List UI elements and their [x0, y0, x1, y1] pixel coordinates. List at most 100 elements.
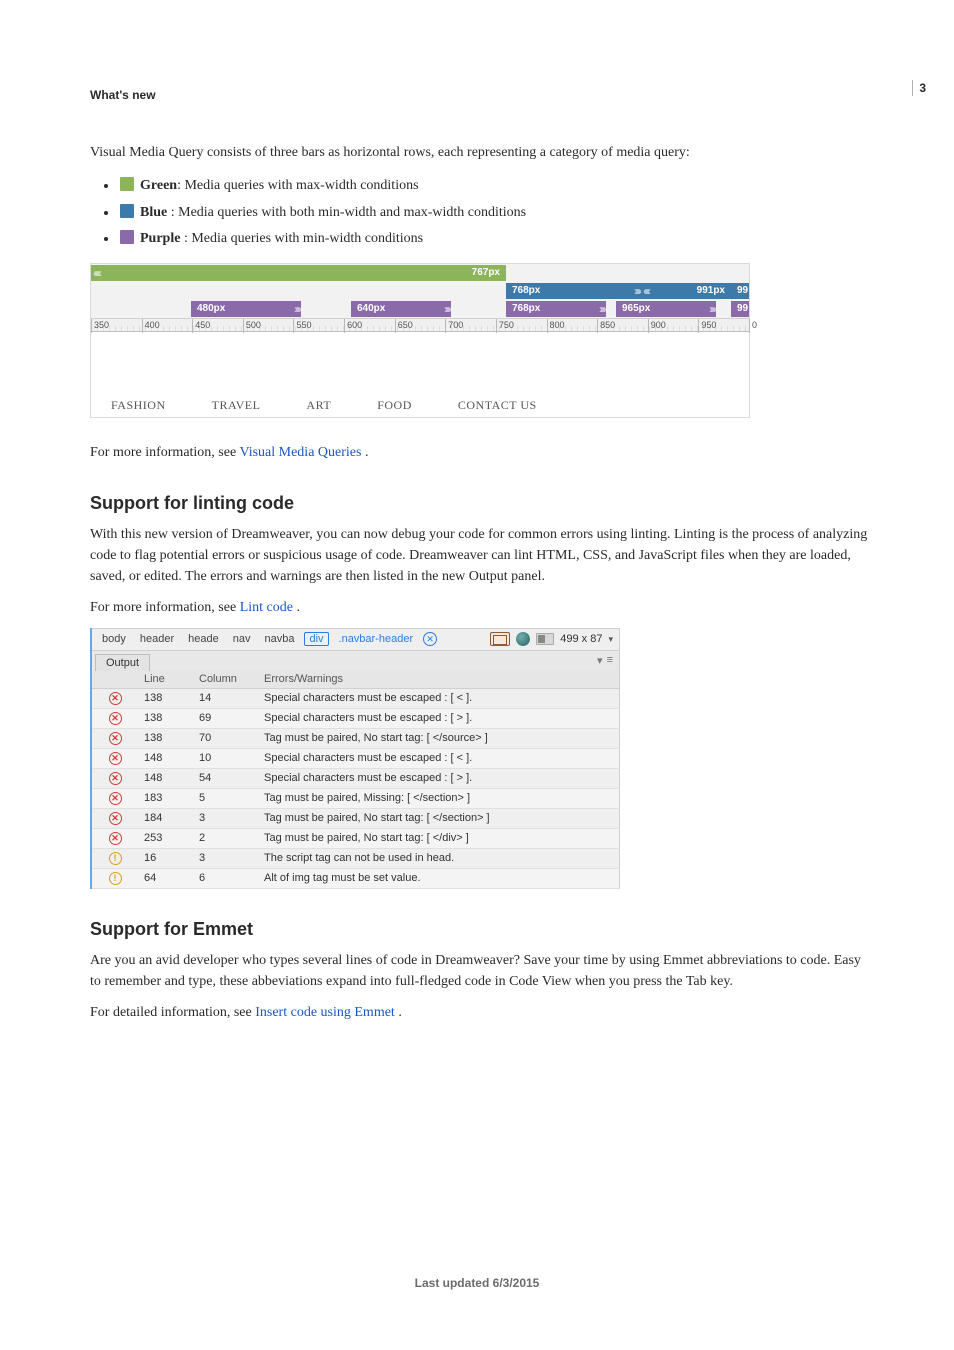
table-row[interactable]: !646Alt of img tag must be set value.	[92, 868, 620, 888]
tag-selector-bar: body header heade nav navba div .navbar-…	[92, 628, 620, 650]
cell-message: Alt of img tag must be set value.	[258, 868, 620, 888]
table-row[interactable]: ✕13870Tag must be paired, No start tag: …	[92, 728, 620, 748]
table-row[interactable]: ✕2532Tag must be paired, No start tag: […	[92, 828, 620, 848]
nav-item[interactable]: TRAVEL	[212, 398, 261, 413]
error-icon: ✕	[109, 792, 122, 805]
legend-desc: : Media queries with max-width condition…	[177, 178, 418, 193]
cell-column: 2	[193, 828, 258, 848]
color-swatch	[120, 204, 134, 218]
col-severity	[92, 670, 138, 689]
globe-icon[interactable]	[516, 632, 530, 646]
ruler-tick: 650	[395, 319, 396, 333]
ruler-tick-label: 700	[448, 320, 463, 330]
breadcrumb-item[interactable]: navba	[260, 633, 298, 645]
cell-column: 54	[193, 768, 258, 788]
legend-item: Purple : Media queries with min-width co…	[118, 226, 884, 253]
panel-collapse-icon[interactable]: ▾	[597, 654, 603, 667]
col-line[interactable]: Line	[138, 670, 193, 689]
ruler-tick-label: 950	[701, 320, 716, 330]
chevrons-right-icon: ›››››	[634, 283, 639, 299]
table-row[interactable]: ✕14810Special characters must be escaped…	[92, 748, 620, 768]
table-row[interactable]: ✕13869Special characters must be escaped…	[92, 708, 620, 728]
cell-message: Tag must be paired, No start tag: [ </se…	[258, 808, 620, 828]
lint-table: Line Column Errors/Warnings ✕13814Specia…	[92, 670, 620, 889]
table-row[interactable]: ✕1843Tag must be paired, No start tag: […	[92, 808, 620, 828]
breadcrumb-item[interactable]: nav	[229, 633, 255, 645]
cell-message: Tag must be paired, Missing: [ </section…	[258, 788, 620, 808]
mq-bar-purple-b: 640px ›››››	[351, 301, 451, 317]
color-swatch	[120, 230, 134, 244]
mq-green-label: 767px	[472, 267, 500, 278]
ruler-tick-label: 350	[94, 320, 109, 330]
ruler-tick-label: 900	[651, 320, 666, 330]
mq-bar-purple-d: 965px ›››››	[616, 301, 716, 317]
ruler-tick-label: 450	[195, 320, 210, 330]
cell-line: 253	[138, 828, 193, 848]
ruler-tick: 450	[192, 319, 193, 333]
ruler-tick: 550	[293, 319, 294, 333]
mq-purple-d-label: 965px	[622, 303, 650, 314]
toggle-icon[interactable]	[536, 633, 554, 645]
warning-icon: !	[109, 852, 122, 865]
nav-item[interactable]: FOOD	[377, 398, 412, 413]
legend-desc: : Media queries with both min-width and …	[167, 205, 526, 220]
breadcrumb-selector[interactable]: .navbar-header	[335, 633, 418, 645]
linting-paragraph: With this new version of Dreamweaver, yo…	[90, 524, 870, 587]
table-row[interactable]: ✕14854Special characters must be escaped…	[92, 768, 620, 788]
nav-item[interactable]: ART	[306, 398, 331, 413]
error-icon: ✕	[109, 712, 122, 725]
mq-bar-blue-a: 768px ›››››	[506, 283, 641, 299]
table-row[interactable]: ✕1835Tag must be paired, Missing: [ </se…	[92, 788, 620, 808]
panel-menu-icon[interactable]: ≡	[607, 654, 613, 667]
intro-paragraph: Visual Media Query consists of three bar…	[90, 142, 870, 163]
cell-column: 3	[193, 848, 258, 868]
cell-line: 138	[138, 688, 193, 708]
linting-more-info: For more information, see Lint code .	[90, 597, 870, 618]
running-header: What's new	[90, 88, 884, 102]
device-preview-icon[interactable]	[490, 632, 510, 646]
nav-item[interactable]: FASHION	[111, 398, 166, 413]
nav-item[interactable]: CONTACT US	[458, 398, 537, 413]
col-message[interactable]: Errors/Warnings	[258, 670, 620, 689]
nav-menu: FASHION TRAVEL ART FOOD CONTACT US	[91, 388, 749, 417]
cell-message: Special characters must be escaped : [ >…	[258, 768, 620, 788]
error-icon: ✕	[109, 772, 122, 785]
legend-name: Green	[140, 178, 177, 193]
ruler-tick-label: 400	[145, 320, 160, 330]
last-updated: Last updated 6/3/2015	[0, 1276, 954, 1290]
visual-media-query-figure: ‹‹‹‹‹‹ 767px 768px ››››› ‹‹‹‹‹ 991px 99	[90, 263, 750, 418]
chevron-down-icon[interactable]: ▾	[608, 634, 613, 645]
mq-purple-b-label: 640px	[357, 303, 385, 314]
cell-column: 14	[193, 688, 258, 708]
mq-blue-a-label: 768px	[512, 285, 540, 296]
ruler-tick-label: 800	[550, 320, 565, 330]
vmq-more-info: For more information, see Visual Media Q…	[90, 442, 870, 463]
table-row[interactable]: ✕13814Special characters must be escaped…	[92, 688, 620, 708]
tab-output[interactable]: Output	[95, 654, 150, 671]
link-emmet[interactable]: Insert code using Emmet	[255, 1005, 395, 1020]
ruler-tick-label: 600	[347, 320, 362, 330]
mq-bar-purple-a: 480px ›››››	[191, 301, 301, 317]
col-column[interactable]: Column	[193, 670, 258, 689]
breadcrumb-tag[interactable]: div	[304, 632, 328, 646]
output-panel-figure: body header heade nav navba div .navbar-…	[90, 628, 620, 889]
cell-message: Special characters must be escaped : [ <…	[258, 748, 620, 768]
error-icon: ✕	[109, 832, 122, 845]
breadcrumb-item[interactable]: body	[98, 633, 130, 645]
emmet-paragraph: Are you an avid developer who types seve…	[90, 950, 870, 992]
cell-line: 184	[138, 808, 193, 828]
mq-purple-c-label: 768px	[512, 303, 540, 314]
link-lint-code[interactable]: Lint code	[240, 600, 293, 615]
breadcrumb-item[interactable]: header	[136, 633, 178, 645]
breadcrumb-item[interactable]: heade	[184, 633, 223, 645]
close-icon[interactable]: ✕	[423, 632, 437, 646]
ruler-tick: 950	[698, 319, 699, 333]
chevrons-right-icon: ›››››	[444, 301, 449, 317]
chevrons-left-icon: ‹‹‹‹‹	[643, 283, 648, 299]
ruler-tick: 500	[243, 319, 244, 333]
ruler: 3504004505005506006507007508008509009500	[91, 318, 749, 332]
table-row[interactable]: !163The script tag can not be used in he…	[92, 848, 620, 868]
link-visual-media-queries[interactable]: Visual Media Queries	[239, 445, 361, 460]
chevrons-right-icon: ›››››	[294, 301, 299, 317]
color-swatch	[120, 177, 134, 191]
